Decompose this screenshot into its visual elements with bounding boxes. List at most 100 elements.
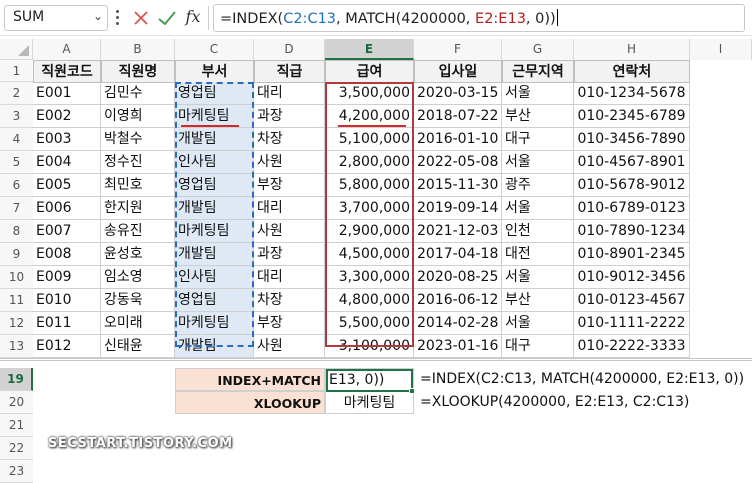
table-cell[interactable]: 010-2345-6789	[574, 105, 690, 128]
xlookup-label[interactable]: XLOOKUP	[175, 391, 325, 414]
table-cell[interactable]: 010-3456-7890	[574, 128, 690, 151]
table-cell[interactable]: 2022-05-08	[414, 151, 502, 174]
table-cell[interactable]: 한지원	[101, 197, 175, 220]
table-header-cell[interactable]: 직원명	[101, 60, 175, 83]
table-cell[interactable]: 대구	[502, 335, 574, 358]
table-header-cell[interactable]: 직급	[254, 60, 325, 83]
table-cell[interactable]: 대리	[254, 197, 325, 220]
table-cell[interactable]: E007	[33, 220, 101, 243]
table-cell[interactable]: E009	[33, 266, 101, 289]
table-cell[interactable]: 대전	[502, 243, 574, 266]
table-cell[interactable]: 2015-11-30	[414, 174, 502, 197]
table-cell[interactable]: 서울	[502, 151, 574, 174]
table-cell[interactable]: 이영희	[101, 105, 175, 128]
table-cell[interactable]: 010-5678-9012	[574, 174, 690, 197]
table-cell[interactable]: 010-1234-5678	[574, 82, 690, 105]
column-header-f[interactable]: F	[414, 39, 502, 60]
row-header[interactable]: 20	[0, 391, 33, 414]
table-cell[interactable]: 부산	[502, 105, 574, 128]
xlookup-result[interactable]: 마케팅팀	[325, 391, 414, 414]
table-cell[interactable]: 사원	[254, 151, 325, 174]
table-cell[interactable]: 임소영	[101, 266, 175, 289]
table-cell[interactable]: 2018-07-22	[414, 105, 502, 128]
column-header-g[interactable]: G	[502, 39, 574, 60]
table-cell[interactable]: 박철수	[101, 128, 175, 151]
table-header-cell[interactable]: 근무지역	[502, 60, 574, 83]
table-cell[interactable]: 대리	[254, 82, 325, 105]
row-header[interactable]: 8	[0, 220, 33, 243]
column-header-i[interactable]: I	[690, 39, 752, 60]
table-cell[interactable]: E010	[33, 289, 101, 312]
row-header[interactable]: 12	[0, 312, 33, 335]
row-header[interactable]: 11	[0, 289, 33, 312]
table-cell[interactable]: 010-7890-1234	[574, 220, 690, 243]
row-header[interactable]: 10	[0, 266, 33, 289]
table-cell[interactable]: 010-0123-4567	[574, 289, 690, 312]
table-cell[interactable]: 010-2222-3333	[574, 335, 690, 358]
row-header[interactable]: 21	[0, 414, 33, 437]
name-box[interactable]: SUM ⌄	[4, 5, 108, 31]
table-cell[interactable]: 차장	[254, 128, 325, 151]
row-header[interactable]: 19	[0, 368, 33, 391]
table-cell[interactable]: 2016-01-10	[414, 128, 502, 151]
table-cell[interactable]: E004	[33, 151, 101, 174]
column-header-c[interactable]: C	[175, 39, 254, 60]
formula-input[interactable]: =INDEX(C2:C13, MATCH(4200000, E2:E13, 0)…	[213, 4, 745, 32]
table-cell[interactable]: 부장	[254, 312, 325, 335]
table-cell[interactable]: 사원	[254, 220, 325, 243]
table-cell[interactable]: E008	[33, 243, 101, 266]
table-cell[interactable]: 부장	[254, 174, 325, 197]
table-cell[interactable]: 신태윤	[101, 335, 175, 358]
row-header[interactable]: 23	[0, 460, 33, 483]
table-cell[interactable]: 서울	[502, 312, 574, 335]
cancel-button[interactable]	[130, 6, 152, 30]
row-header[interactable]: 5	[0, 151, 33, 174]
table-cell[interactable]: 최민호	[101, 174, 175, 197]
table-cell[interactable]: E012	[33, 335, 101, 358]
table-header-cell[interactable]: 연락처	[574, 60, 690, 83]
column-header-h[interactable]: H	[574, 39, 690, 60]
table-cell[interactable]: 오미래	[101, 312, 175, 335]
row-header[interactable]: 7	[0, 197, 33, 220]
table-cell[interactable]: 강동욱	[101, 289, 175, 312]
table-cell[interactable]: 광주	[502, 174, 574, 197]
index-match-label[interactable]: INDEX+MATCH	[175, 368, 325, 391]
table-cell[interactable]: 2023-01-16	[414, 335, 502, 358]
table-cell[interactable]: 010-1111-2222	[574, 312, 690, 335]
row-header[interactable]: 22	[0, 437, 33, 460]
table-cell[interactable]: 2020-08-25	[414, 266, 502, 289]
table-header-cell[interactable]: 급여	[325, 60, 414, 83]
table-cell[interactable]: E006	[33, 197, 101, 220]
table-cell[interactable]: 대리	[254, 266, 325, 289]
column-header-a[interactable]: A	[33, 39, 101, 60]
row-header[interactable]: 3	[0, 105, 33, 128]
table-cell[interactable]: E003	[33, 128, 101, 151]
row-header[interactable]: 2	[0, 82, 33, 105]
table-cell[interactable]: 2016-06-12	[414, 289, 502, 312]
table-header-cell[interactable]: 직원코드	[33, 60, 101, 83]
table-cell[interactable]: 2014-02-28	[414, 312, 502, 335]
table-cell[interactable]: 정수진	[101, 151, 175, 174]
column-header-e[interactable]: E	[325, 39, 414, 60]
table-cell[interactable]: E005	[33, 174, 101, 197]
table-cell[interactable]: 2019-09-14	[414, 197, 502, 220]
insert-function-button[interactable]: fx	[182, 6, 204, 30]
row-header[interactable]: 4	[0, 128, 33, 151]
row-header[interactable]: 13	[0, 335, 33, 358]
table-cell[interactable]: 사원	[254, 335, 325, 358]
table-cell[interactable]: 서울	[502, 266, 574, 289]
table-cell[interactable]: E011	[33, 312, 101, 335]
column-header-b[interactable]: B	[101, 39, 175, 60]
select-all-corner[interactable]	[0, 39, 33, 60]
column-header-d[interactable]: D	[254, 39, 325, 60]
fill-handle[interactable]	[409, 388, 415, 394]
table-cell[interactable]: 서울	[502, 82, 574, 105]
table-cell[interactable]: 부산	[502, 289, 574, 312]
table-cell[interactable]: 김민수	[101, 82, 175, 105]
row-header[interactable]: 6	[0, 174, 33, 197]
table-header-cell[interactable]: 입사일	[414, 60, 502, 83]
table-cell[interactable]: 윤성호	[101, 243, 175, 266]
table-cell[interactable]: 차장	[254, 289, 325, 312]
active-cell-border[interactable]	[326, 369, 413, 392]
table-cell[interactable]: 2021-12-03	[414, 220, 502, 243]
